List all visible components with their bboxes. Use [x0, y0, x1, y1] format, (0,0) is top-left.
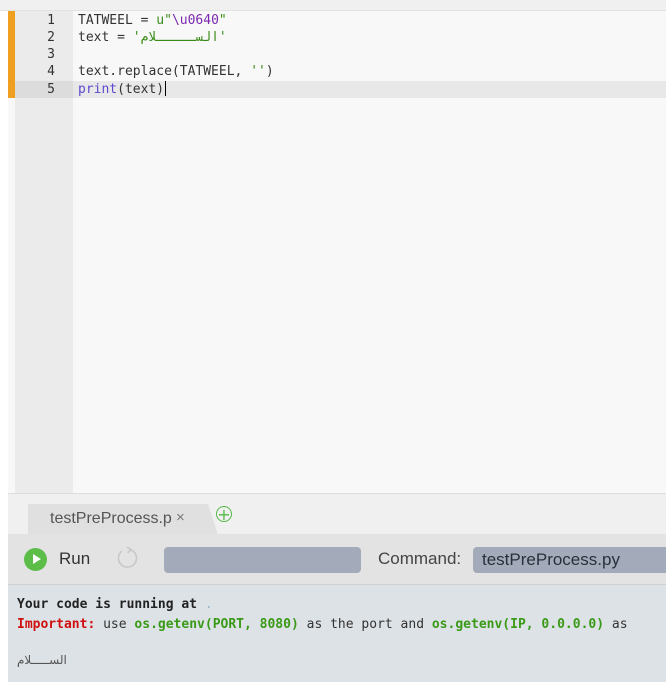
console-port-call: os.getenv(PORT, 8080)	[134, 617, 299, 632]
code-token-builtin: print	[78, 82, 118, 97]
modified-lines-marker	[8, 11, 15, 98]
code-line-3[interactable]	[73, 46, 666, 63]
console-text: as the port and	[298, 617, 432, 632]
code-area[interactable]: TATWEEL = u"\u0640" text = 'الســـــلام'…	[73, 11, 666, 493]
code-token-string: u"	[156, 13, 172, 28]
code-token-string: "	[218, 13, 227, 28]
console-program-output: الســـــلام	[17, 653, 67, 667]
code-token: text =	[78, 30, 133, 45]
add-tab-icon[interactable]: +	[216, 506, 232, 523]
console-important-label: Important:	[17, 617, 96, 632]
code-line-1[interactable]: TATWEEL = u"\u0640"	[73, 12, 666, 29]
console-text: as	[604, 617, 628, 632]
line-number-3: 3	[47, 47, 55, 62]
command-input[interactable]: testPreProcess.py	[473, 547, 666, 573]
restart-icon[interactable]	[115, 546, 139, 570]
code-token: (text)	[117, 82, 165, 97]
console-text: use	[95, 617, 135, 632]
code-token-escape: \u0640	[171, 13, 219, 28]
console-running-suffix: .	[204, 597, 213, 612]
line-number-5: 5	[15, 81, 73, 98]
code-token-string: 'الســـــلام'	[132, 30, 227, 45]
run-button[interactable]: Run	[59, 549, 90, 569]
close-icon[interactable]: ×	[176, 509, 185, 526]
code-line-2[interactable]: text = 'الســـــلام'	[73, 29, 666, 46]
line-number-2: 2	[47, 30, 55, 45]
runner-field[interactable]	[164, 547, 361, 573]
output-console: Your code is running at . Important: use…	[8, 585, 666, 682]
line-number-1: 1	[47, 13, 55, 28]
code-editor[interactable]: 1 2 3 4 5 TATWEEL = u"\u0640" text = 'ال…	[8, 11, 666, 493]
code-token-string: ''	[250, 64, 266, 79]
console-running-line: Your code is running at .	[17, 596, 213, 613]
line-number-4: 4	[47, 64, 55, 79]
run-icon[interactable]	[24, 548, 47, 571]
console-ip-call: os.getenv(IP, 0.0.0.0)	[431, 617, 605, 632]
tab-testpreprocess[interactable]: testPreProcess.py ×	[28, 504, 218, 535]
command-label: Command:	[378, 549, 462, 568]
run-toolbar: Run Command: testPreProcess.py	[8, 534, 666, 585]
tab-bar: testPreProcess.py × +	[8, 493, 666, 535]
tab-label: testPreProcess.py	[50, 510, 172, 527]
code-token: )	[265, 64, 274, 79]
top-strip	[0, 0, 666, 11]
console-running-text: Your code is running at	[17, 597, 198, 612]
console-important-line: Important: use os.getenv(PORT, 8080) as …	[17, 616, 628, 633]
code-line-4[interactable]: text.replace(TATWEEL, '')	[73, 63, 666, 80]
code-token: text.replace(TATWEEL,	[78, 64, 251, 79]
line-number-gutter: 1 2 3 4 5	[15, 11, 73, 493]
code-line-5[interactable]: print(text)	[73, 81, 666, 98]
code-token: TATWEEL =	[78, 13, 157, 28]
text-cursor	[165, 81, 167, 96]
